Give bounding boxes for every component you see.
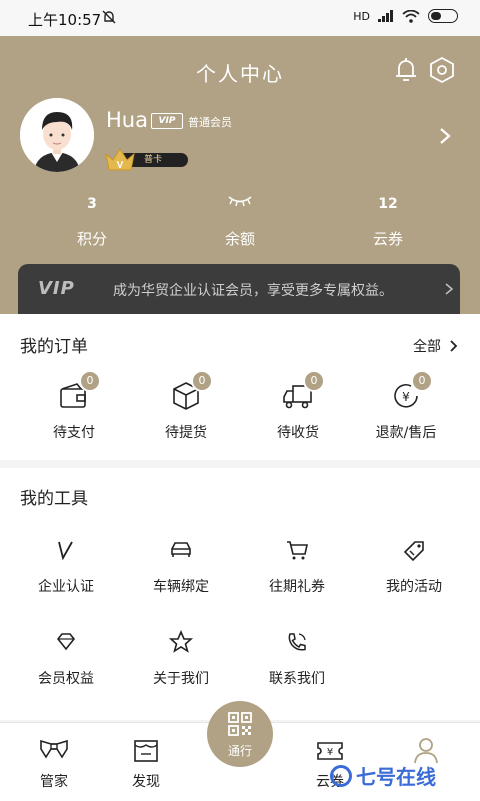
order-count-badge: 0	[303, 370, 325, 392]
coupon-label: 云券	[372, 230, 403, 248]
balance-label: 余额	[224, 230, 255, 248]
vip-banner-text: 成为华贸企业认证会员，享受更多专属权益。	[113, 283, 393, 299]
tool-my-activities[interactable]: 我的活动	[354, 538, 474, 596]
order-label: 退款/售后	[375, 425, 437, 441]
tool-member-benefits[interactable]: 会员权益	[6, 630, 126, 688]
vip-logo: VIP	[38, 278, 75, 299]
qr-code-icon	[228, 712, 252, 736]
order-pending-payment[interactable]: 0 待支付	[14, 370, 134, 442]
order-pending-pickup[interactable]: 0 待提货	[126, 370, 246, 442]
tool-label: 联系我们	[269, 671, 325, 687]
car-icon	[171, 542, 191, 557]
tab-discover[interactable]: 发现	[106, 735, 186, 791]
orders-title: 我的订单	[20, 337, 88, 357]
order-count-badge: 0	[411, 370, 433, 392]
tab-butler[interactable]: 管家	[14, 735, 94, 791]
username: Hua	[106, 108, 148, 132]
order-count-badge: 0	[79, 370, 101, 392]
tab-label: 发现	[132, 774, 160, 790]
vip-upgrade-banner[interactable]: VIP 成为华贸企业认证会员，享受更多专属权益。	[18, 264, 460, 314]
balance-value	[180, 194, 300, 214]
tool-about-us[interactable]: 关于我们	[121, 629, 241, 688]
status-time: 上午10:57	[28, 11, 102, 29]
coupon-value: 12	[378, 196, 398, 212]
svg-text:¥: ¥	[402, 390, 410, 404]
tools-section: 我的工具 企业认证 车辆绑定 往期礼券 我的活动 会员权益 关于我们 联系我们	[0, 468, 480, 720]
tool-enterprise-cert[interactable]: 企业认证	[6, 538, 126, 596]
hidden-eye-icon[interactable]	[226, 194, 254, 208]
balance-stat[interactable]: 余额	[180, 194, 300, 249]
member-level: 普通会员	[188, 116, 232, 129]
points-label: 积分	[76, 230, 107, 248]
tab-label: 通行	[227, 744, 252, 758]
tool-label: 往期礼券	[269, 579, 325, 595]
watermark-logo-icon	[330, 764, 352, 787]
all-orders-link[interactable]: 全部	[413, 336, 458, 356]
avatar[interactable]	[20, 98, 94, 172]
tools-title: 我的工具	[20, 489, 88, 509]
crown-letter: V	[117, 160, 124, 171]
status-bar: 上午10:57 HD	[0, 0, 480, 36]
bell-icon[interactable]	[393, 56, 419, 84]
settings-hex-icon[interactable]	[428, 56, 456, 84]
coupon-stat[interactable]: 12 云券	[328, 194, 448, 249]
all-orders-label: 全部	[413, 339, 441, 355]
points-stat[interactable]: 3 积分	[32, 194, 152, 249]
order-label: 待提货	[165, 425, 207, 441]
order-count-badge: 0	[191, 370, 213, 392]
chevron-right-icon	[445, 283, 454, 295]
phone-icon	[288, 633, 306, 651]
profile-header: 个人中心 Hua VIP 普通会员 普卡 V 3 积分 余额 12 云券 VIP…	[0, 36, 480, 314]
v-icon	[58, 541, 73, 561]
tool-past-coupons[interactable]: 往期礼券	[237, 538, 357, 596]
tool-label: 企业认证	[38, 579, 94, 595]
crown-icon: V	[105, 148, 135, 171]
status-indicators: HD	[353, 9, 458, 23]
signal-icon	[378, 10, 393, 22]
tag-icon	[403, 541, 424, 562]
diamond-icon	[56, 633, 76, 651]
battery-icon	[428, 9, 458, 23]
order-label: 待支付	[53, 425, 95, 441]
tab-label: 管家	[40, 774, 68, 790]
cart-icon	[287, 541, 308, 560]
shop-icon	[134, 740, 158, 762]
mute-bell-icon	[102, 10, 116, 24]
tab-pass[interactable]: 通行	[207, 701, 273, 767]
watermark: 七号在线	[330, 761, 436, 790]
order-pending-receipt[interactable]: 0 待收货	[238, 370, 358, 442]
svg-text:¥: ¥	[327, 747, 333, 758]
tool-label: 车辆绑定	[153, 579, 209, 595]
tool-label: 关于我们	[153, 671, 209, 687]
tool-label: 会员权益	[38, 671, 94, 687]
orders-section: 我的订单 全部 0 待支付 0 待提货 0 待收货 ¥ 0 退款/售后	[0, 314, 480, 460]
order-label: 待收货	[277, 425, 319, 441]
network-label: HD	[353, 9, 370, 23]
chevron-right-icon	[450, 340, 458, 352]
tool-label: 我的活动	[386, 579, 442, 595]
order-refund[interactable]: ¥ 0 退款/售后	[346, 370, 466, 442]
tool-vehicle-binding[interactable]: 车辆绑定	[121, 538, 241, 596]
tool-contact-us[interactable]: 联系我们	[237, 630, 357, 688]
vip-badge: VIP	[151, 113, 183, 129]
bottom-tab-bar: 管家 发现 通行 ¥ 云券 七号在线	[0, 701, 480, 801]
chevron-right-icon[interactable]	[438, 126, 452, 146]
star-icon	[168, 629, 194, 653]
wifi-icon	[402, 9, 420, 23]
bowtie-icon	[40, 739, 68, 759]
watermark-text: 七号在线	[356, 765, 436, 789]
avatar-illustration	[20, 98, 94, 172]
points-value: 3	[87, 196, 97, 212]
